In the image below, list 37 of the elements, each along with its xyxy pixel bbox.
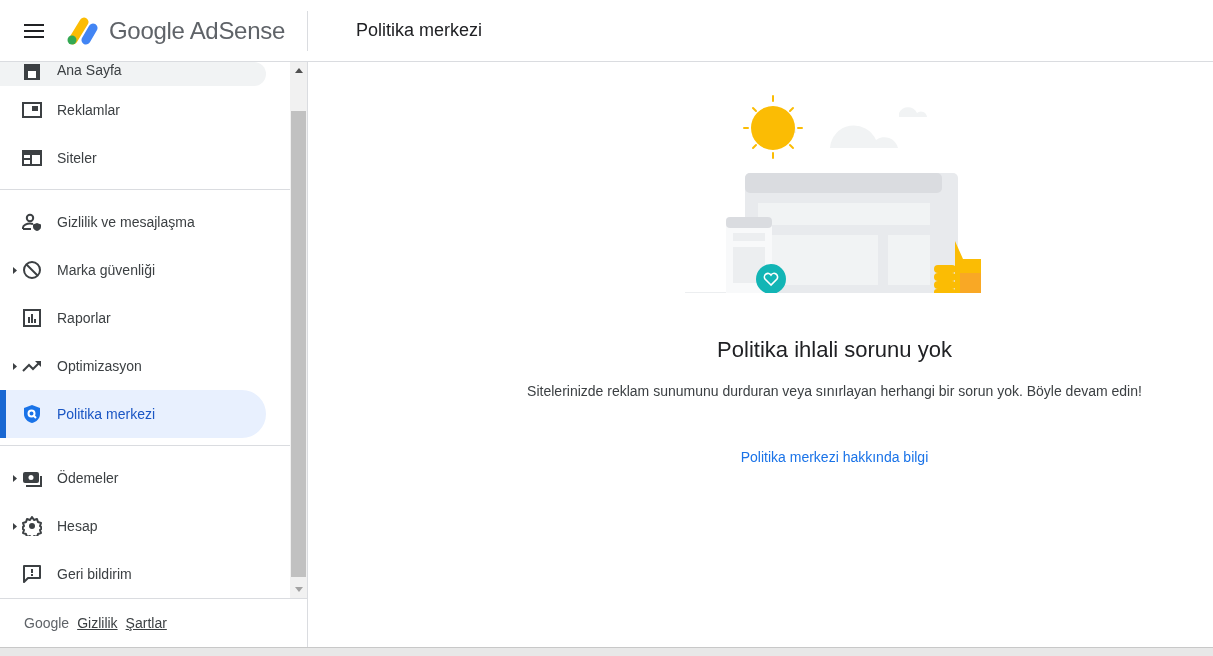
footer-link[interactable]: Gizlilik — [77, 615, 118, 631]
expand-caret-icon[interactable] — [13, 522, 17, 530]
shield-search-icon — [22, 404, 42, 424]
sidebar-item[interactable]: Reklamlar — [0, 86, 266, 134]
scroll-thumb[interactable] — [291, 111, 306, 577]
expand-caret-icon[interactable] — [13, 362, 17, 370]
scroll-up-icon[interactable] — [294, 68, 303, 73]
block-icon — [22, 260, 42, 280]
sidebar-item[interactable]: Gizlilik ve mesajlaşma — [0, 198, 266, 246]
sidebar-item[interactable]: Ana Sayfa — [0, 62, 266, 86]
info-link[interactable]: Politika merkezi hakkında bilgi — [740, 449, 929, 465]
sidebar-item[interactable]: Hesap — [0, 502, 266, 550]
brand-text: Google — [24, 615, 70, 631]
scrollbar[interactable] — [290, 62, 307, 598]
sidebar-item[interactable]: Optimizasyon — [0, 342, 266, 390]
page-title: Politika merkezi — [355, 20, 482, 41]
logo-icon — [66, 15, 100, 46]
sidebar-item[interactable]: Geri bildirim — [0, 550, 266, 598]
person-shield-icon — [22, 212, 42, 232]
product-name: Google AdSense — [109, 16, 285, 45]
ad-frame-icon — [22, 100, 42, 120]
sidebar-item[interactable]: Politika merkezi — [0, 390, 266, 438]
menu-icon[interactable] — [24, 23, 44, 38]
expand-caret-icon[interactable] — [13, 474, 17, 482]
web-page-icon — [22, 148, 42, 168]
sidebar-item[interactable]: Marka güvenliği — [0, 246, 266, 294]
expand-caret-icon[interactable] — [13, 266, 17, 274]
sidebar-item[interactable]: Siteler — [0, 134, 266, 182]
home-icon — [22, 62, 42, 82]
heading: Politika ihlali sorunu yok — [717, 337, 952, 363]
feedback-icon — [22, 564, 42, 584]
settings-icon — [22, 516, 42, 536]
footer-link[interactable]: Şartlar — [125, 615, 167, 631]
sidebar-item[interactable]: Ödemeler — [0, 454, 266, 502]
message-text: Sitelerinizde reklam sunumunu durduran veya sınırlayan herhangi bir sorun yok. Böyle devam edin! — [527, 383, 1142, 399]
sidebar-item[interactable]: Raporlar — [0, 294, 266, 342]
bar-chart-icon — [22, 308, 42, 328]
